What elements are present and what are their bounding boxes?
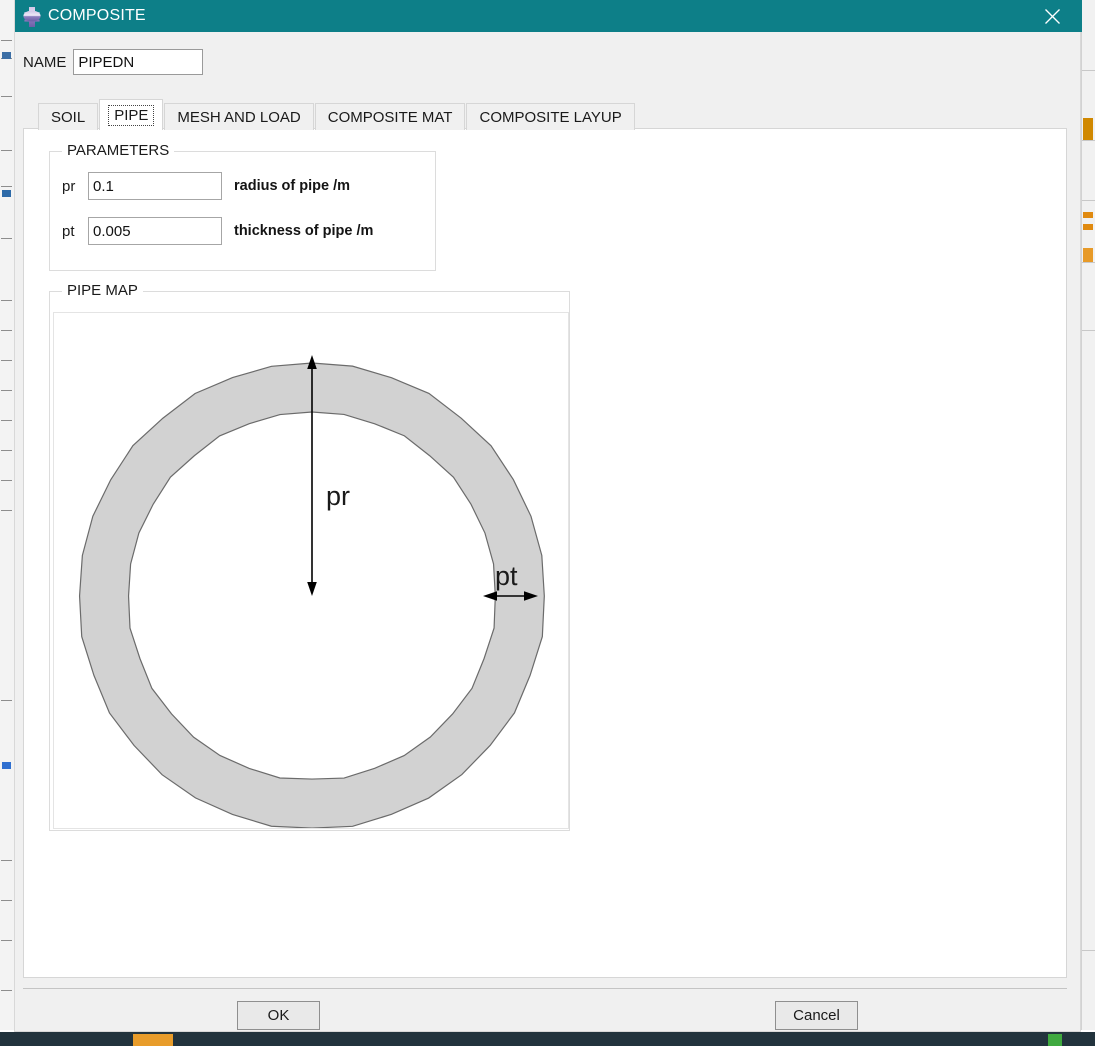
cancel-button[interactable]: Cancel [775,1001,858,1030]
pr-dimension-label: pr [326,481,350,511]
parameter-row-pt: pt thickness of pipe /m [62,217,373,245]
close-icon[interactable] [1030,0,1074,32]
pipe-map-canvas: pr pt [53,312,569,829]
dialog-title: COMPOSITE [48,7,146,24]
parameter-description-pr: radius of pipe /m [234,178,351,194]
tab-composite-layup[interactable]: COMPOSITE LAYUP [466,103,635,130]
name-label: NAME [23,53,67,71]
dialog-titlebar[interactable]: COMPOSITE [15,0,1082,32]
tabstrip: SOIL PIPE MESH AND LOAD COMPOSITE MAT CO… [38,99,636,130]
pipe-cross-section-diagram: pr pt [78,355,545,829]
parameter-key-pr: pr [62,177,76,195]
background-window-right[interactable] [1081,0,1095,1030]
tab-pipe[interactable]: PIPE [99,99,164,130]
parameters-groupbox: PARAMETERS pr radius of pipe /m pt thick… [49,142,436,271]
ok-button[interactable]: OK [237,1001,320,1030]
tab-composite-layup-label: COMPOSITE LAYUP [479,108,622,126]
parameter-row-pr: pr radius of pipe /m [62,172,350,200]
pipe-tab-panel: PARAMETERS pr radius of pipe /m pt thick… [23,128,1067,978]
parameter-key-pt: pt [62,222,75,240]
parameter-input-pt[interactable] [88,217,222,245]
taskbar-icon-orange[interactable] [133,1034,173,1046]
tab-soil-label: SOIL [51,108,86,126]
parameter-description-pt: thickness of pipe /m [234,223,374,239]
composite-cross-icon [21,5,43,27]
pipe-map-groupbox: PIPE MAP pr pt [49,282,570,831]
pipe-map-groupbox-title: PIPE MAP [62,282,143,299]
name-input[interactable] [73,49,204,75]
taskbar[interactable] [0,1032,1095,1046]
tab-mesh-and-load-label: MESH AND LOAD [177,108,301,126]
parameter-input-pr[interactable] [88,172,222,200]
background-window-left[interactable] [0,0,15,1030]
tab-composite-mat[interactable]: COMPOSITE MAT [314,103,466,130]
tab-mesh-and-load[interactable]: MESH AND LOAD [164,103,314,130]
desktop-background: COMPOSITE NAME SOIL PIPE MESH AND LOAD [0,0,1095,1046]
tab-pipe-label: PIPE [108,104,155,126]
tab-soil[interactable]: SOIL [38,103,99,130]
parameters-groupbox-title: PARAMETERS [62,142,175,159]
tab-composite-mat-label: COMPOSITE MAT [327,108,453,126]
footer-separator [23,988,1067,989]
taskbar-icon-green[interactable] [1048,1034,1062,1046]
composite-dialog: COMPOSITE NAME SOIL PIPE MESH AND LOAD [14,0,1082,1032]
name-row: NAME [23,48,204,76]
pt-dimension-label: pt [495,561,518,591]
